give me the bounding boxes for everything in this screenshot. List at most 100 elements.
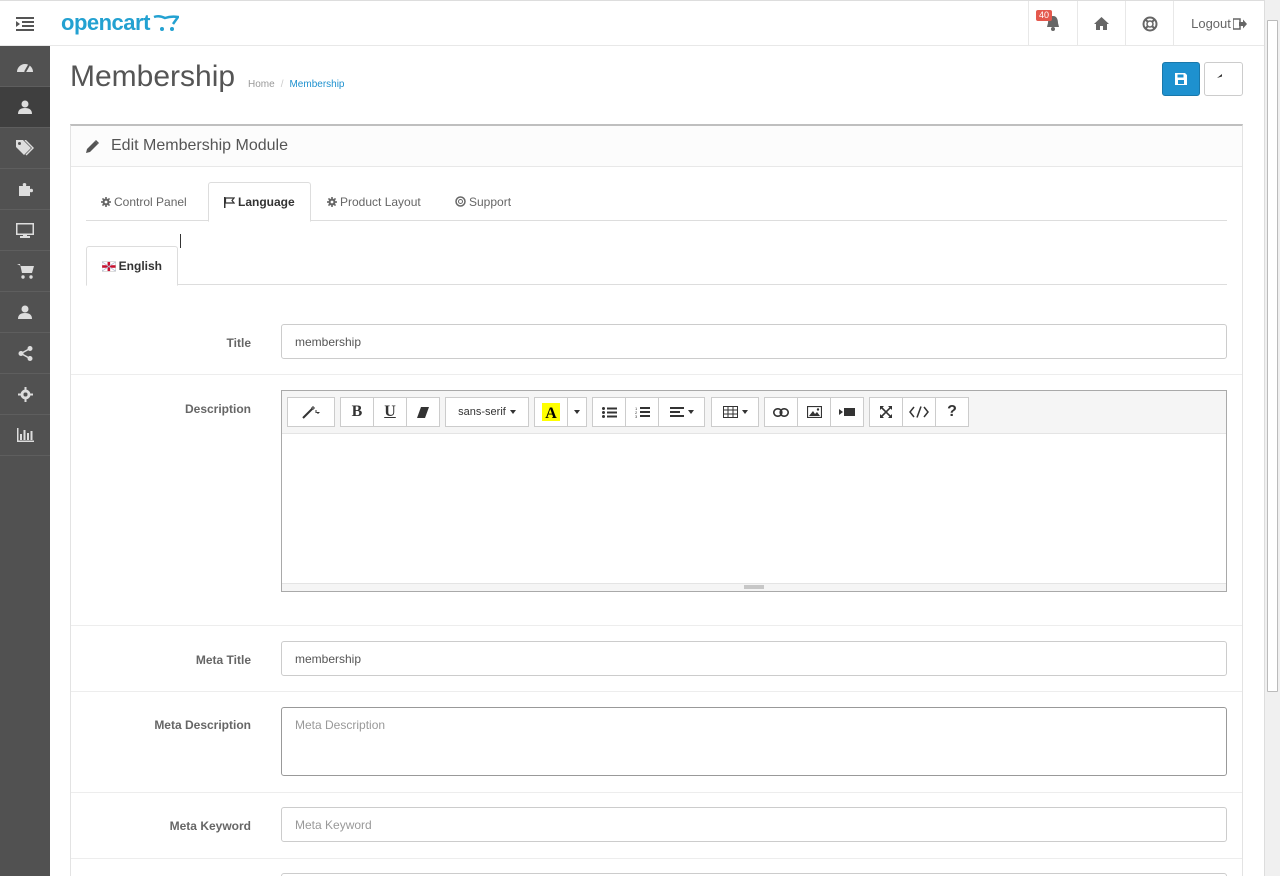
tab-label: Control Panel [114, 194, 187, 209]
tab-label: English [118, 259, 162, 273]
cart-icon [16, 263, 34, 279]
sidebar-item-customers[interactable] [0, 292, 50, 333]
form-row-meta-description: Meta Description Meta Description [71, 692, 1242, 793]
title-label: Title [226, 336, 251, 350]
sidebar-item-dashboard[interactable] [0, 46, 50, 87]
top-header: opencart 40 Logout [0, 0, 1264, 46]
page-title: Membership [70, 60, 236, 93]
sidebar-item-extensions[interactable] [0, 169, 50, 210]
meta-title-label: Meta Title [195, 653, 251, 667]
editor-content-area[interactable] [282, 434, 1226, 583]
breadcrumb-current[interactable]: Membership [289, 79, 344, 90]
sidebar [0, 46, 50, 876]
menu-toggle-button[interactable] [0, 1, 50, 46]
alerts-button[interactable] [1028, 1, 1077, 46]
panel-title: Edit Membership Module [111, 137, 288, 154]
logo-text: opencart [61, 10, 150, 35]
scrollbar-thumb[interactable] [1267, 20, 1278, 692]
cog-icon [327, 196, 337, 207]
tab-product-layout[interactable]: Product Layout [312, 182, 436, 221]
panel-heading: Edit Membership Module [71, 126, 1242, 167]
user-icon [18, 100, 32, 114]
save-icon [1175, 73, 1187, 85]
font-name-dropdown[interactable]: sans-serif [445, 397, 529, 427]
meta-title-input[interactable]: membership [281, 641, 1227, 676]
desktop-icon [16, 222, 34, 238]
home-button[interactable] [1077, 1, 1125, 46]
sidebar-item-catalog[interactable] [0, 128, 50, 169]
uk-flag-icon [102, 260, 116, 272]
text-color-button[interactable]: A [534, 397, 568, 427]
breadcrumb: Home / Membership [248, 79, 345, 90]
fullscreen-button[interactable] [869, 397, 903, 427]
meta-description-textarea[interactable]: Meta Description [281, 707, 1227, 776]
tab-language[interactable]: Language [208, 182, 311, 222]
sidebar-item-user[interactable] [0, 87, 50, 128]
flag-icon [224, 196, 235, 208]
tab-label: Language [238, 195, 295, 209]
unordered-list-button[interactable] [592, 397, 626, 427]
tab-label: Product Layout [340, 194, 421, 209]
list-ul-icon [601, 406, 617, 418]
sidebar-item-marketing[interactable] [0, 333, 50, 374]
tab-english[interactable]: English [86, 246, 178, 286]
sidebar-item-sales[interactable] [0, 251, 50, 292]
code-view-button[interactable] [902, 397, 936, 427]
pencil-icon [86, 139, 99, 153]
question-icon: ? [947, 403, 957, 420]
breadcrumb-home[interactable]: Home [248, 79, 275, 90]
align-left-icon [669, 407, 684, 417]
meta-keyword-input[interactable]: Meta Keyword [281, 807, 1227, 842]
sidebar-item-design[interactable] [0, 210, 50, 251]
sidebar-item-reports[interactable] [0, 415, 50, 456]
svg-text:A: A [545, 405, 557, 421]
underline-button[interactable]: U [373, 397, 407, 427]
logo[interactable]: opencart [61, 10, 179, 36]
logout-button[interactable]: Logout [1173, 1, 1264, 46]
edit-module-panel: Edit Membership Module Control Panel Lan… [70, 124, 1243, 876]
table-dropdown[interactable] [711, 397, 759, 427]
alerts-badge: 40 [1036, 10, 1053, 21]
tags-icon [16, 140, 34, 156]
tab-label: Support [469, 194, 512, 209]
rich-text-editor: B U sans-serif A 1 2 3 ? [281, 390, 1227, 592]
tab-control-panel[interactable]: Control Panel [86, 182, 202, 221]
bold-button[interactable]: B [340, 397, 374, 427]
ordered-list-button[interactable]: 123 [625, 397, 659, 427]
image-icon [806, 406, 822, 418]
help-button[interactable]: ? [935, 397, 969, 427]
link-button[interactable] [764, 397, 798, 427]
form-row-title: Title membership [71, 311, 1242, 375]
help-button[interactable] [1125, 1, 1173, 46]
paragraph-align-dropdown[interactable] [658, 397, 705, 427]
back-button[interactable] [1204, 62, 1243, 96]
save-button[interactable] [1162, 62, 1200, 96]
cog-icon [17, 386, 33, 402]
chevron-down-icon [574, 410, 580, 414]
video-icon [839, 408, 855, 416]
reply-icon [1217, 73, 1222, 78]
form-row-next [71, 859, 1242, 876]
picture-button[interactable] [797, 397, 831, 427]
style-dropdown-button[interactable] [287, 397, 335, 427]
page-scrollbar[interactable] [1264, 0, 1280, 876]
editor-resize-bar[interactable] [282, 583, 1226, 591]
chevron-down-icon [687, 410, 694, 414]
video-button[interactable] [830, 397, 864, 427]
life-ring-icon [1142, 16, 1157, 31]
text-color-dropdown[interactable] [567, 397, 587, 427]
tab-support[interactable]: Support [440, 182, 526, 221]
eraser-icon [417, 406, 429, 418]
sidebar-item-system[interactable] [0, 374, 50, 415]
title-input[interactable]: membership [281, 324, 1227, 359]
logo-cart-icon [153, 14, 179, 31]
clear-format-button[interactable] [406, 397, 440, 427]
cog-icon [101, 196, 111, 207]
language-tabs: English [86, 246, 1227, 286]
font-name-value: sans-serif [458, 406, 506, 418]
text-color-icon: A [542, 403, 560, 421]
form-row-meta-keyword: Meta Keyword Meta Keyword [71, 793, 1242, 859]
puzzle-icon [19, 183, 33, 196]
share-icon [18, 345, 32, 361]
chevron-down-icon [509, 410, 516, 414]
